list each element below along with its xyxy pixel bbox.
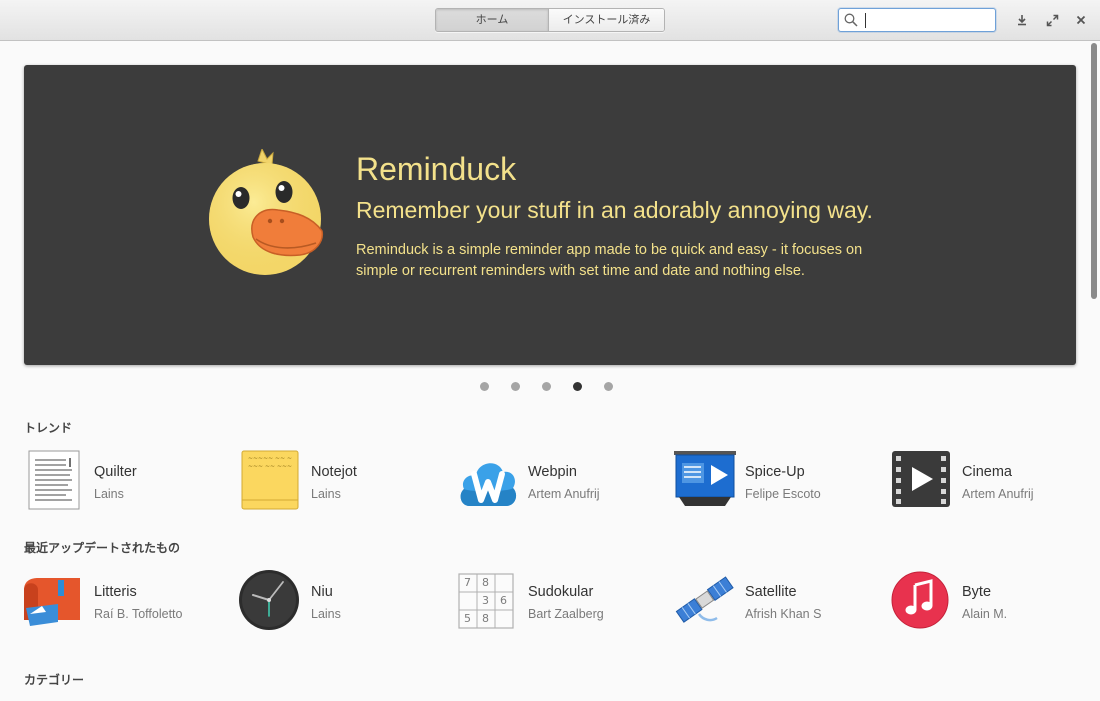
cinema-icon: [892, 451, 950, 507]
app-tile-cinema[interactable]: Cinema Artem Anufrij: [890, 448, 1100, 512]
section-title-trending: トレンド: [24, 421, 73, 435]
carousel-dot[interactable]: [480, 382, 489, 391]
app-author: Raí B. Toffoletto: [94, 607, 183, 621]
app-tile-notejot[interactable]: ~~~~~ ~~ ~ ~~~ ~~ ~~~ Notejot Lains: [239, 448, 449, 512]
search-field[interactable]: [838, 8, 996, 32]
text-caret: [865, 13, 866, 28]
carousel-dot[interactable]: [542, 382, 551, 391]
app-name: Litteris: [94, 584, 137, 600]
search-input[interactable]: [867, 11, 987, 29]
svg-text:5: 5: [464, 612, 471, 625]
app-name: Quilter: [94, 464, 137, 480]
scrollbar-thumb[interactable]: [1091, 43, 1097, 299]
notejot-icon: ~~~~~ ~~ ~ ~~~ ~~ ~~~: [241, 450, 299, 510]
app-name: Webpin: [528, 464, 577, 480]
maximize-icon: [1046, 14, 1058, 26]
svg-text:3: 3: [482, 594, 489, 607]
app-author: Bart Zaalberg: [528, 607, 604, 621]
app-name: Spice-Up: [745, 464, 805, 480]
app-author: Lains: [311, 607, 341, 621]
tab-home[interactable]: ホーム: [436, 9, 549, 31]
app-tile-byte[interactable]: Byte Alain M.: [890, 568, 1100, 632]
carousel-dot[interactable]: [604, 382, 613, 391]
app-tile-quilter[interactable]: Quilter Lains: [22, 448, 232, 512]
section-title-recently-updated: 最近アップデートされたもの: [24, 541, 181, 555]
banner-description: Reminduck is a simple reminder app made …: [356, 242, 863, 279]
download-button[interactable]: [1014, 12, 1030, 28]
app-name: Cinema: [962, 464, 1012, 480]
satellite-icon: [675, 576, 734, 623]
search-icon: [844, 13, 858, 27]
app-tile-spice-up[interactable]: Spice-Up Felipe Escoto: [673, 448, 883, 512]
app-author: Artem Anufrij: [962, 487, 1034, 501]
banner-title: Reminduck: [356, 151, 517, 187]
app-author: Lains: [94, 487, 124, 501]
niu-icon: [239, 570, 299, 630]
carousel-indicator: [480, 382, 635, 391]
app-author: Alain M.: [962, 607, 1008, 621]
close-button[interactable]: [1073, 12, 1089, 28]
carousel-dot[interactable]: [511, 382, 520, 391]
sudokular-icon: 78 36 58: [458, 573, 514, 629]
quilter-icon: [28, 450, 80, 510]
svg-text:6: 6: [500, 594, 507, 607]
download-icon: [1018, 15, 1026, 26]
app-author: Artem Anufrij: [528, 487, 600, 501]
carousel-dot-active[interactable]: [573, 382, 582, 391]
svg-text:8: 8: [482, 576, 489, 589]
byte-icon: [891, 571, 949, 629]
app-name: Sudokular: [528, 584, 594, 600]
svg-text:~~~~~ ~~ ~: ~~~~~ ~~ ~: [248, 455, 292, 462]
svg-text:8: 8: [482, 612, 489, 625]
app-author: Felipe Escoto: [745, 487, 821, 501]
reminduck-app-icon: [209, 149, 324, 275]
maximize-button[interactable]: [1044, 12, 1060, 28]
app-tile-webpin[interactable]: Webpin Artem Anufrij: [456, 448, 666, 512]
app-tile-satellite[interactable]: Satellite Afrish Khan S: [673, 568, 883, 632]
close-icon: [1076, 15, 1086, 25]
app-author: Afrish Khan S: [745, 607, 822, 621]
app-name: Byte: [962, 584, 992, 600]
view-mode-switch: ホーム インストール済み: [435, 8, 665, 32]
section-title-categories: カテゴリー: [24, 673, 85, 687]
svg-text:~~~ ~~ ~~~: ~~~ ~~ ~~~: [248, 463, 292, 470]
tab-installed[interactable]: インストール済み: [549, 9, 664, 31]
app-author: Lains: [311, 487, 341, 501]
banner-subtitle: Remember your stuff in an adorably annoy…: [356, 197, 873, 223]
app-tile-sudokular[interactable]: 78 36 58 Sudokular Bart Zaalberg: [456, 568, 666, 632]
svg-text:7: 7: [464, 576, 471, 589]
spice-up-icon: [674, 451, 736, 506]
header-bar: ホーム インストール済み: [0, 0, 1100, 41]
app-name: Niu: [311, 584, 333, 600]
app-tile-niu[interactable]: Niu Lains: [239, 568, 449, 632]
app-tile-litteris[interactable]: Litteris Raí B. Toffoletto: [22, 568, 232, 632]
featured-banner[interactable]: Reminduck Remember your stuff in an ador…: [24, 65, 1076, 365]
webpin-icon: [460, 463, 517, 506]
app-name: Notejot: [311, 464, 357, 480]
app-name: Satellite: [745, 584, 797, 600]
litteris-icon: [24, 578, 80, 626]
